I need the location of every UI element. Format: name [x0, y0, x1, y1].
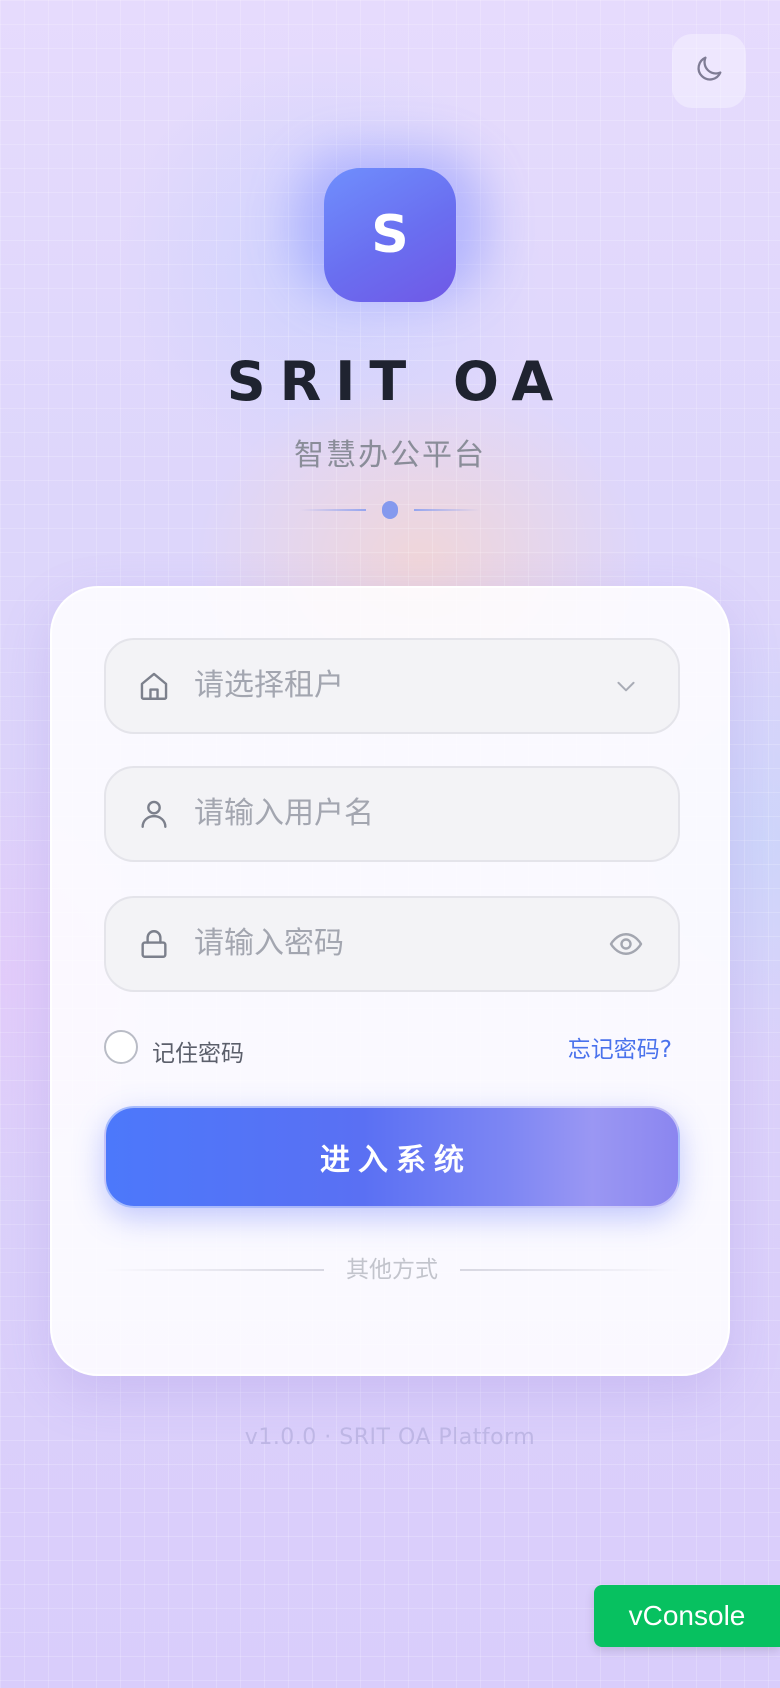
username-placeholder: 请输入用户名 [194, 796, 374, 831]
tenant-select[interactable]: 请选择租户 [104, 638, 680, 734]
logo-letter: S [371, 205, 409, 265]
remember-checkbox[interactable] [104, 1030, 138, 1064]
app-title: SRIT OA [226, 350, 568, 413]
remember-label[interactable]: 记住密码 [152, 1034, 244, 1074]
password-field[interactable]: 请输入密码 [104, 896, 680, 992]
login-button[interactable]: 进入系统 [104, 1106, 680, 1208]
tenant-select-placeholder: 请选择租户 [194, 668, 344, 703]
app-subtitle: 智慧办公平台 [294, 438, 486, 473]
theme-toggle-button[interactable] [672, 34, 746, 108]
moon-icon [692, 52, 726, 90]
footer-version: v1.0.0 · SRIT OA Platform [244, 1425, 536, 1450]
divider-dot [382, 501, 398, 519]
app-logo: S [324, 168, 456, 302]
forgot-password-link[interactable]: 忘记密码? [568, 1030, 672, 1070]
other-line-right [460, 1269, 680, 1271]
other-methods-divider: 其他方式 [104, 1250, 680, 1290]
username-field[interactable]: 请输入用户名 [104, 766, 680, 862]
user-icon [134, 794, 174, 834]
password-placeholder: 请输入密码 [194, 926, 344, 961]
home-icon [134, 666, 174, 706]
login-card: 请选择租户 请输入用户名 请输入密码 记住密码 忘记密码? 进入系统 其他方式 [50, 586, 730, 1376]
title-divider [300, 500, 480, 520]
eye-icon[interactable] [604, 922, 648, 966]
divider-line-right [414, 509, 480, 511]
chevron-down-icon [604, 664, 648, 708]
divider-line-left [300, 509, 366, 511]
remember-row: 记住密码 忘记密码? [104, 1030, 680, 1080]
lock-icon [134, 924, 174, 964]
vconsole-button[interactable]: vConsole [594, 1585, 780, 1647]
